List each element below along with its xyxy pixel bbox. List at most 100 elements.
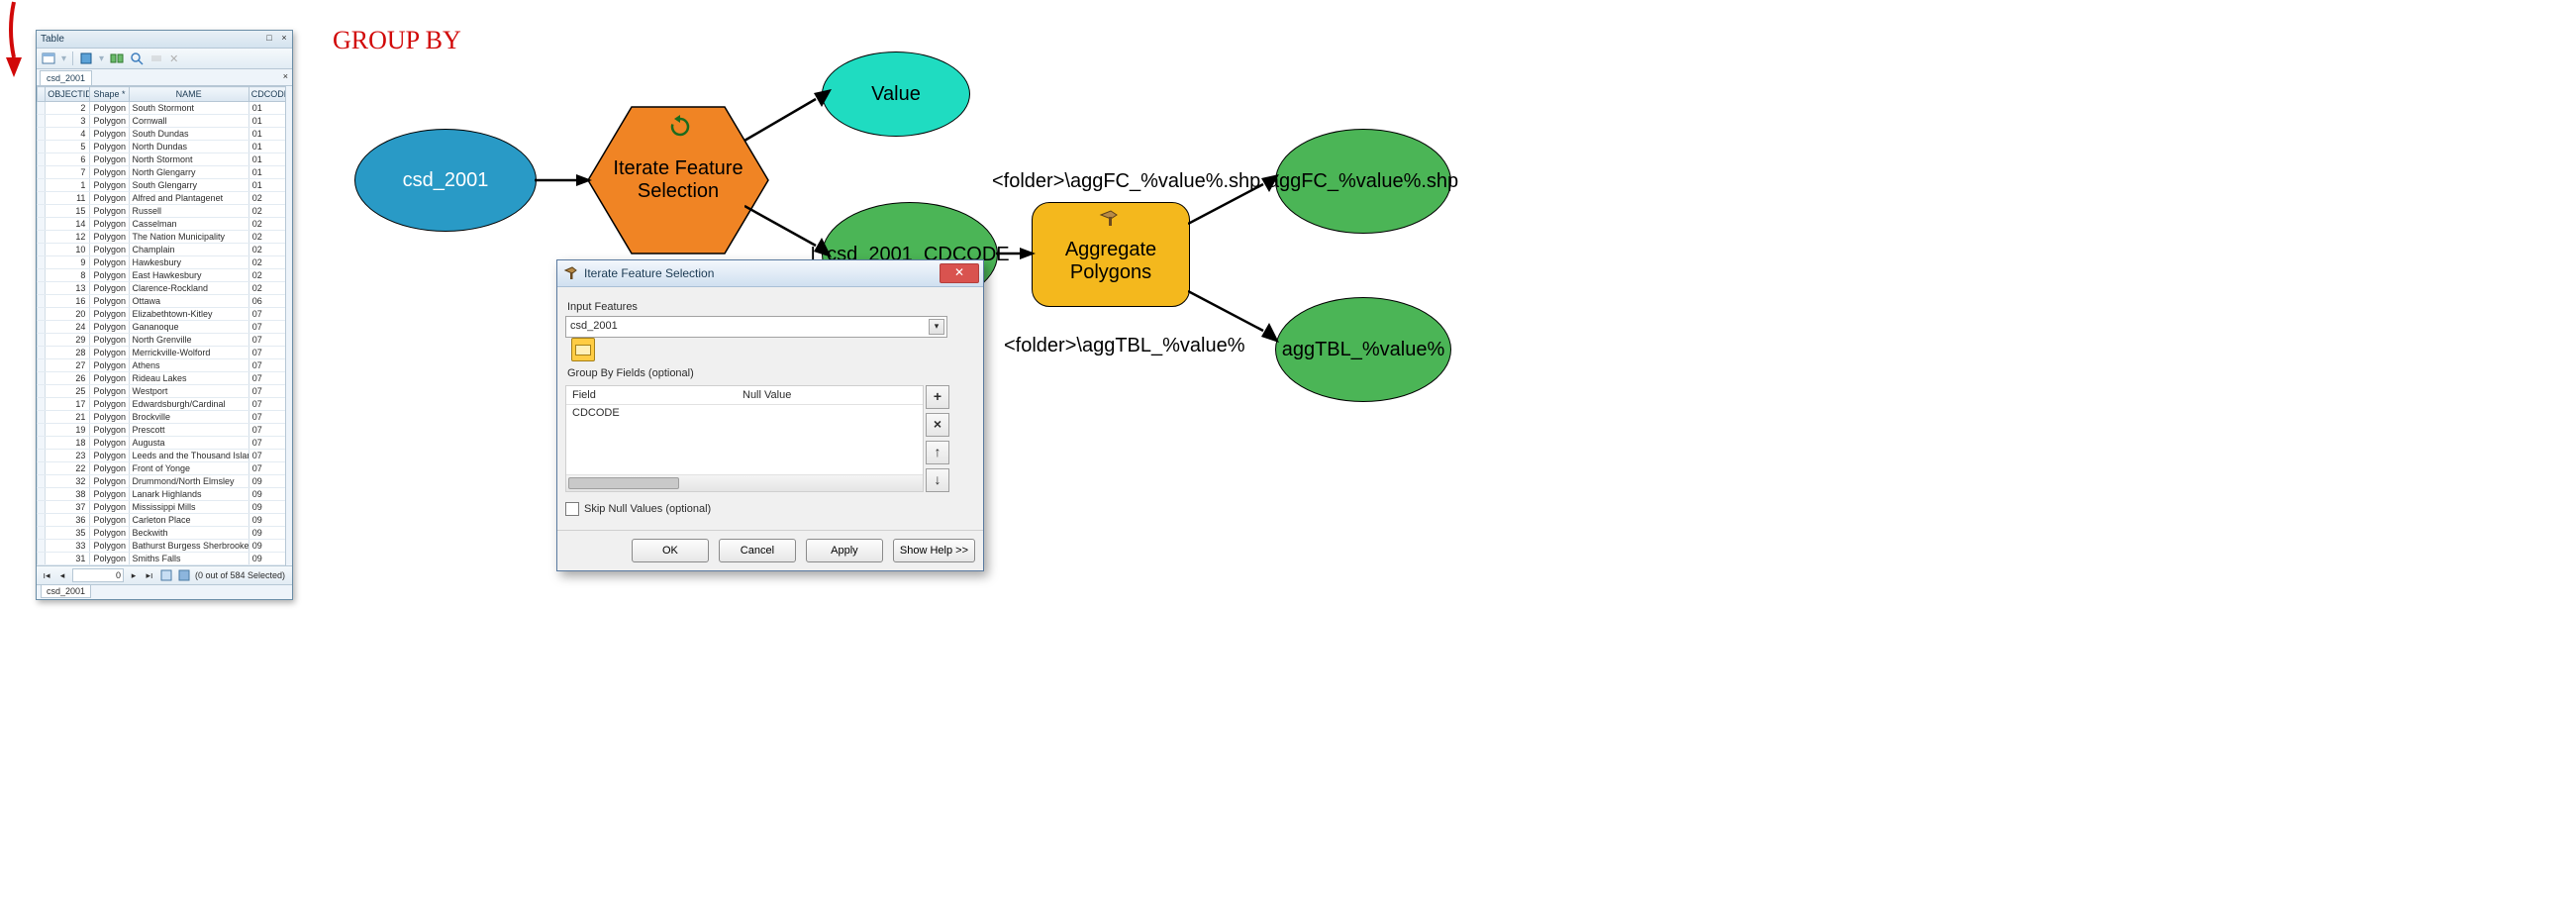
move-down-icon[interactable]: ↓ [926,468,949,492]
dialog-close-icon[interactable]: ✕ [940,263,979,283]
table-row[interactable]: 37PolygonMississippi Mills09 [38,501,292,514]
table-row[interactable]: 9PolygonHawkesbury02 [38,256,292,269]
table-row[interactable]: 21PolygonBrockville07 [38,411,292,424]
aggregate-polygons-tool[interactable]: Aggregate Polygons [1032,202,1190,307]
table-row[interactable]: 14PolygonCasselman02 [38,218,292,231]
table-row[interactable]: 10PolygonChamplain02 [38,244,292,256]
table-tab[interactable]: csd_2001 [40,70,92,85]
table-row[interactable]: 25PolygonWestport07 [38,385,292,398]
find-replace-icon[interactable] [130,51,144,65]
show-selected-icon[interactable] [177,568,191,582]
dialog-title-text: Iterate Feature Selection [584,266,714,280]
table-row[interactable]: 6PolygonNorth Stormont01 [38,153,292,166]
table-row[interactable]: 38PolygonLanark Highlands09 [38,488,292,501]
output-table[interactable]: aggTBL_%value% [1275,297,1451,402]
table-row[interactable]: 26PolygonRideau Lakes07 [38,372,292,385]
bottom-tab[interactable]: csd_2001 [41,585,91,598]
table-cell: Polygon [90,437,129,450]
ok-button[interactable]: OK [632,539,709,562]
selection-icon[interactable] [79,51,93,65]
table-cell [38,256,46,269]
table-cell: 7 [46,166,90,179]
close-icon[interactable]: × [278,32,290,44]
table-row[interactable]: 36PolygonCarleton Place09 [38,514,292,527]
table-row[interactable]: 22PolygonFront of Yonge07 [38,462,292,475]
last-record-icon[interactable]: ▸ı [144,569,155,581]
table-row[interactable]: 19PolygonPrescott07 [38,424,292,437]
column-header[interactable]: NAME [129,87,248,102]
cancel-button[interactable]: Cancel [719,539,796,562]
table-row[interactable]: 29PolygonNorth Grenville07 [38,334,292,347]
table-cell: Polygon [90,128,129,141]
model-input-data[interactable]: csd_2001 [354,129,537,232]
browse-folder-icon[interactable] [571,338,595,361]
iterator-value-output[interactable]: Value [822,51,970,137]
delete-icon[interactable]: ✕ [169,52,178,65]
table-row[interactable]: 23PolygonLeeds and the Thousand Islan07 [38,450,292,462]
remove-row-icon[interactable]: × [926,413,949,437]
table-row[interactable]: 5PolygonNorth Dundas01 [38,141,292,153]
table-row[interactable]: 4PolygonSouth Dundas01 [38,128,292,141]
tab-close-icon[interactable]: × [283,71,288,81]
table-row[interactable]: 24PolygonGananoque07 [38,321,292,334]
column-header[interactable]: OBJECTID * [46,87,90,102]
column-header[interactable]: Shape * [90,87,129,102]
related-tables-icon[interactable] [110,51,124,65]
dialog-title-bar[interactable]: Iterate Feature Selection ✕ [557,260,983,287]
table-row[interactable]: 31PolygonSmiths Falls09 [38,553,292,565]
chevron-down-icon[interactable]: ▾ [929,319,944,335]
record-position[interactable]: 0 [72,568,124,582]
table-row[interactable]: 35PolygonBeckwith09 [38,527,292,540]
table-cell: Gananoque [129,321,248,334]
apply-button[interactable]: Apply [806,539,883,562]
table-cell: Front of Yonge [129,462,248,475]
table-row[interactable]: 28PolygonMerrickville-Wolford07 [38,347,292,359]
table-cell [38,347,46,359]
table-cell: 31 [46,553,90,565]
table-row[interactable]: 20PolygonElizabethtown-Kitley07 [38,308,292,321]
group-by-row[interactable]: CDCODE [566,405,923,421]
table-options-icon[interactable] [42,51,55,65]
table-cell: 14 [46,218,90,231]
selection-status: (0 out of 584 Selected) [195,570,285,580]
table-row[interactable]: 3PolygonCornwall01 [38,115,292,128]
table-cell [38,205,46,218]
table-row[interactable]: 11PolygonAlfred and Plantagenet02 [38,192,292,205]
table-row[interactable]: 18PolygonAugusta07 [38,437,292,450]
table-cell: Rideau Lakes [129,372,248,385]
next-record-icon[interactable]: ▸ [128,569,140,581]
table-row[interactable]: 33PolygonBathurst Burgess Sherbrooke09 [38,540,292,553]
skip-null-values-checkbox[interactable] [565,502,579,516]
table-cell [38,269,46,282]
column-header[interactable] [38,87,46,102]
table-row[interactable]: 13PolygonClarence-Rockland02 [38,282,292,295]
output-feature-class[interactable]: aggFC_%value%.shp [1275,129,1451,234]
group-by-fields-grid[interactable]: Field Null Value CDCODE [565,385,924,492]
show-all-icon[interactable] [159,568,173,582]
table-row[interactable]: 32PolygonDrummond/North Elmsley09 [38,475,292,488]
horizontal-scrollbar[interactable] [566,474,923,491]
table-row[interactable]: 17PolygonEdwardsburgh/Cardinal07 [38,398,292,411]
table-window-title-bar[interactable]: Table □ × [37,31,292,49]
pin-icon[interactable]: □ [263,32,275,44]
table-row[interactable]: 15PolygonRussell02 [38,205,292,218]
toolbar-divider: ▾ [61,53,66,64]
table-row[interactable]: 8PolygonEast Hawkesbury02 [38,269,292,282]
print-icon[interactable] [149,51,163,65]
move-up-icon[interactable]: ↑ [926,441,949,464]
attribute-table-window: Table □ × ▾ ▾ ✕ csd_2001 × OBJECTID *Sha… [36,30,293,600]
prev-record-icon[interactable]: ◂ [56,569,68,581]
table-cell: Polygon [90,256,129,269]
table-row[interactable]: 2PolygonSouth Stormont01 [38,102,292,115]
table-row[interactable]: 7PolygonNorth Glengarry01 [38,166,292,179]
table-row[interactable]: 12PolygonThe Nation Municipality02 [38,231,292,244]
vertical-scrollbar[interactable] [285,86,292,565]
table-row[interactable]: 16PolygonOttawa06 [38,295,292,308]
table-row[interactable]: 1PolygonSouth Glengarry01 [38,179,292,192]
table-row[interactable]: 27PolygonAthens07 [38,359,292,372]
add-row-icon[interactable]: + [926,385,949,409]
first-record-icon[interactable]: ı◂ [41,569,52,581]
table-cell: Polygon [90,347,129,359]
show-help-button[interactable]: Show Help >> [893,539,975,562]
input-features-dropdown[interactable]: csd_2001 ▾ [565,316,947,338]
